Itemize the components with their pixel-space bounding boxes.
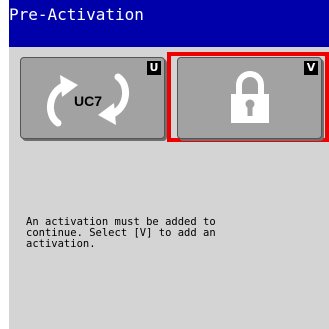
page-title: Pre-Activation	[9, 5, 144, 24]
lock-icon	[231, 71, 269, 123]
activation-message: An activation must be added to continue.…	[26, 216, 216, 250]
softkey-letter-v: V	[304, 61, 318, 75]
uc7-cycle-icon: UC7	[47, 73, 129, 127]
uc7-icon-label: UC7	[74, 93, 102, 109]
title-bar: Pre-Activation	[9, 0, 329, 47]
uc7-softkey-button[interactable]: UC7 U	[20, 57, 165, 139]
add-activation-softkey-button[interactable]: V	[177, 57, 322, 139]
pre-activation-screen: Pre-Activation UC7 U V An activation mus…	[9, 0, 329, 329]
softkey-letter-u: U	[147, 61, 161, 75]
